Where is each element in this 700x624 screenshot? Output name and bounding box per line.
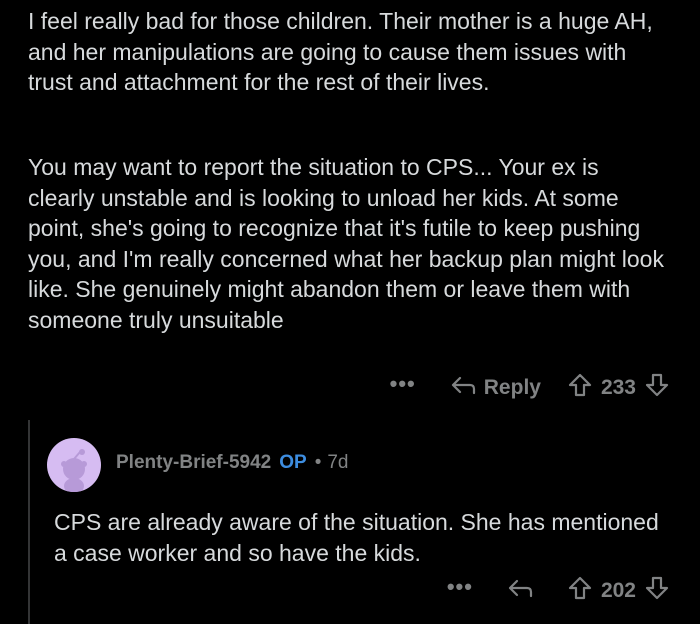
downvote-icon[interactable] [644,575,670,607]
timestamp: 7d [327,452,349,473]
op-badge: OP [279,452,307,473]
upvote-icon[interactable] [567,575,593,607]
avatar[interactable] [47,438,101,492]
reply-icon [450,374,484,402]
comment-paragraph-1: I feel really bad for those children. Th… [28,8,653,95]
more-options-button[interactable]: ••• [447,576,473,598]
reply-button[interactable] [507,577,541,605]
reply-actions-bar: ••• 202 [447,573,670,609]
downvote-icon[interactable] [644,372,670,404]
reply-button[interactable]: Reply [450,374,541,402]
score: 233 [600,376,636,399]
score: 202 [600,579,636,602]
thread-line[interactable] [28,420,30,624]
reply-body: CPS are already aware of the situation. … [54,509,659,566]
reply-meta: Plenty-Brief-5942 OP • 7d [116,452,348,474]
snoo-avatar-icon [61,449,87,492]
username[interactable]: Plenty-Brief-5942 [116,452,271,474]
vote-controls: 202 [567,575,670,607]
comment-paragraph-2: You may want to report the situation to … [28,154,664,333]
vote-controls: 233 [567,372,670,404]
more-options-button[interactable]: ••• [390,373,416,395]
meta-separator: • [314,452,322,473]
reply-label: Reply [483,376,541,399]
comment-actions-bar: ••• Reply 233 [390,370,670,406]
reply-icon [507,577,541,605]
upvote-icon[interactable] [567,372,593,404]
